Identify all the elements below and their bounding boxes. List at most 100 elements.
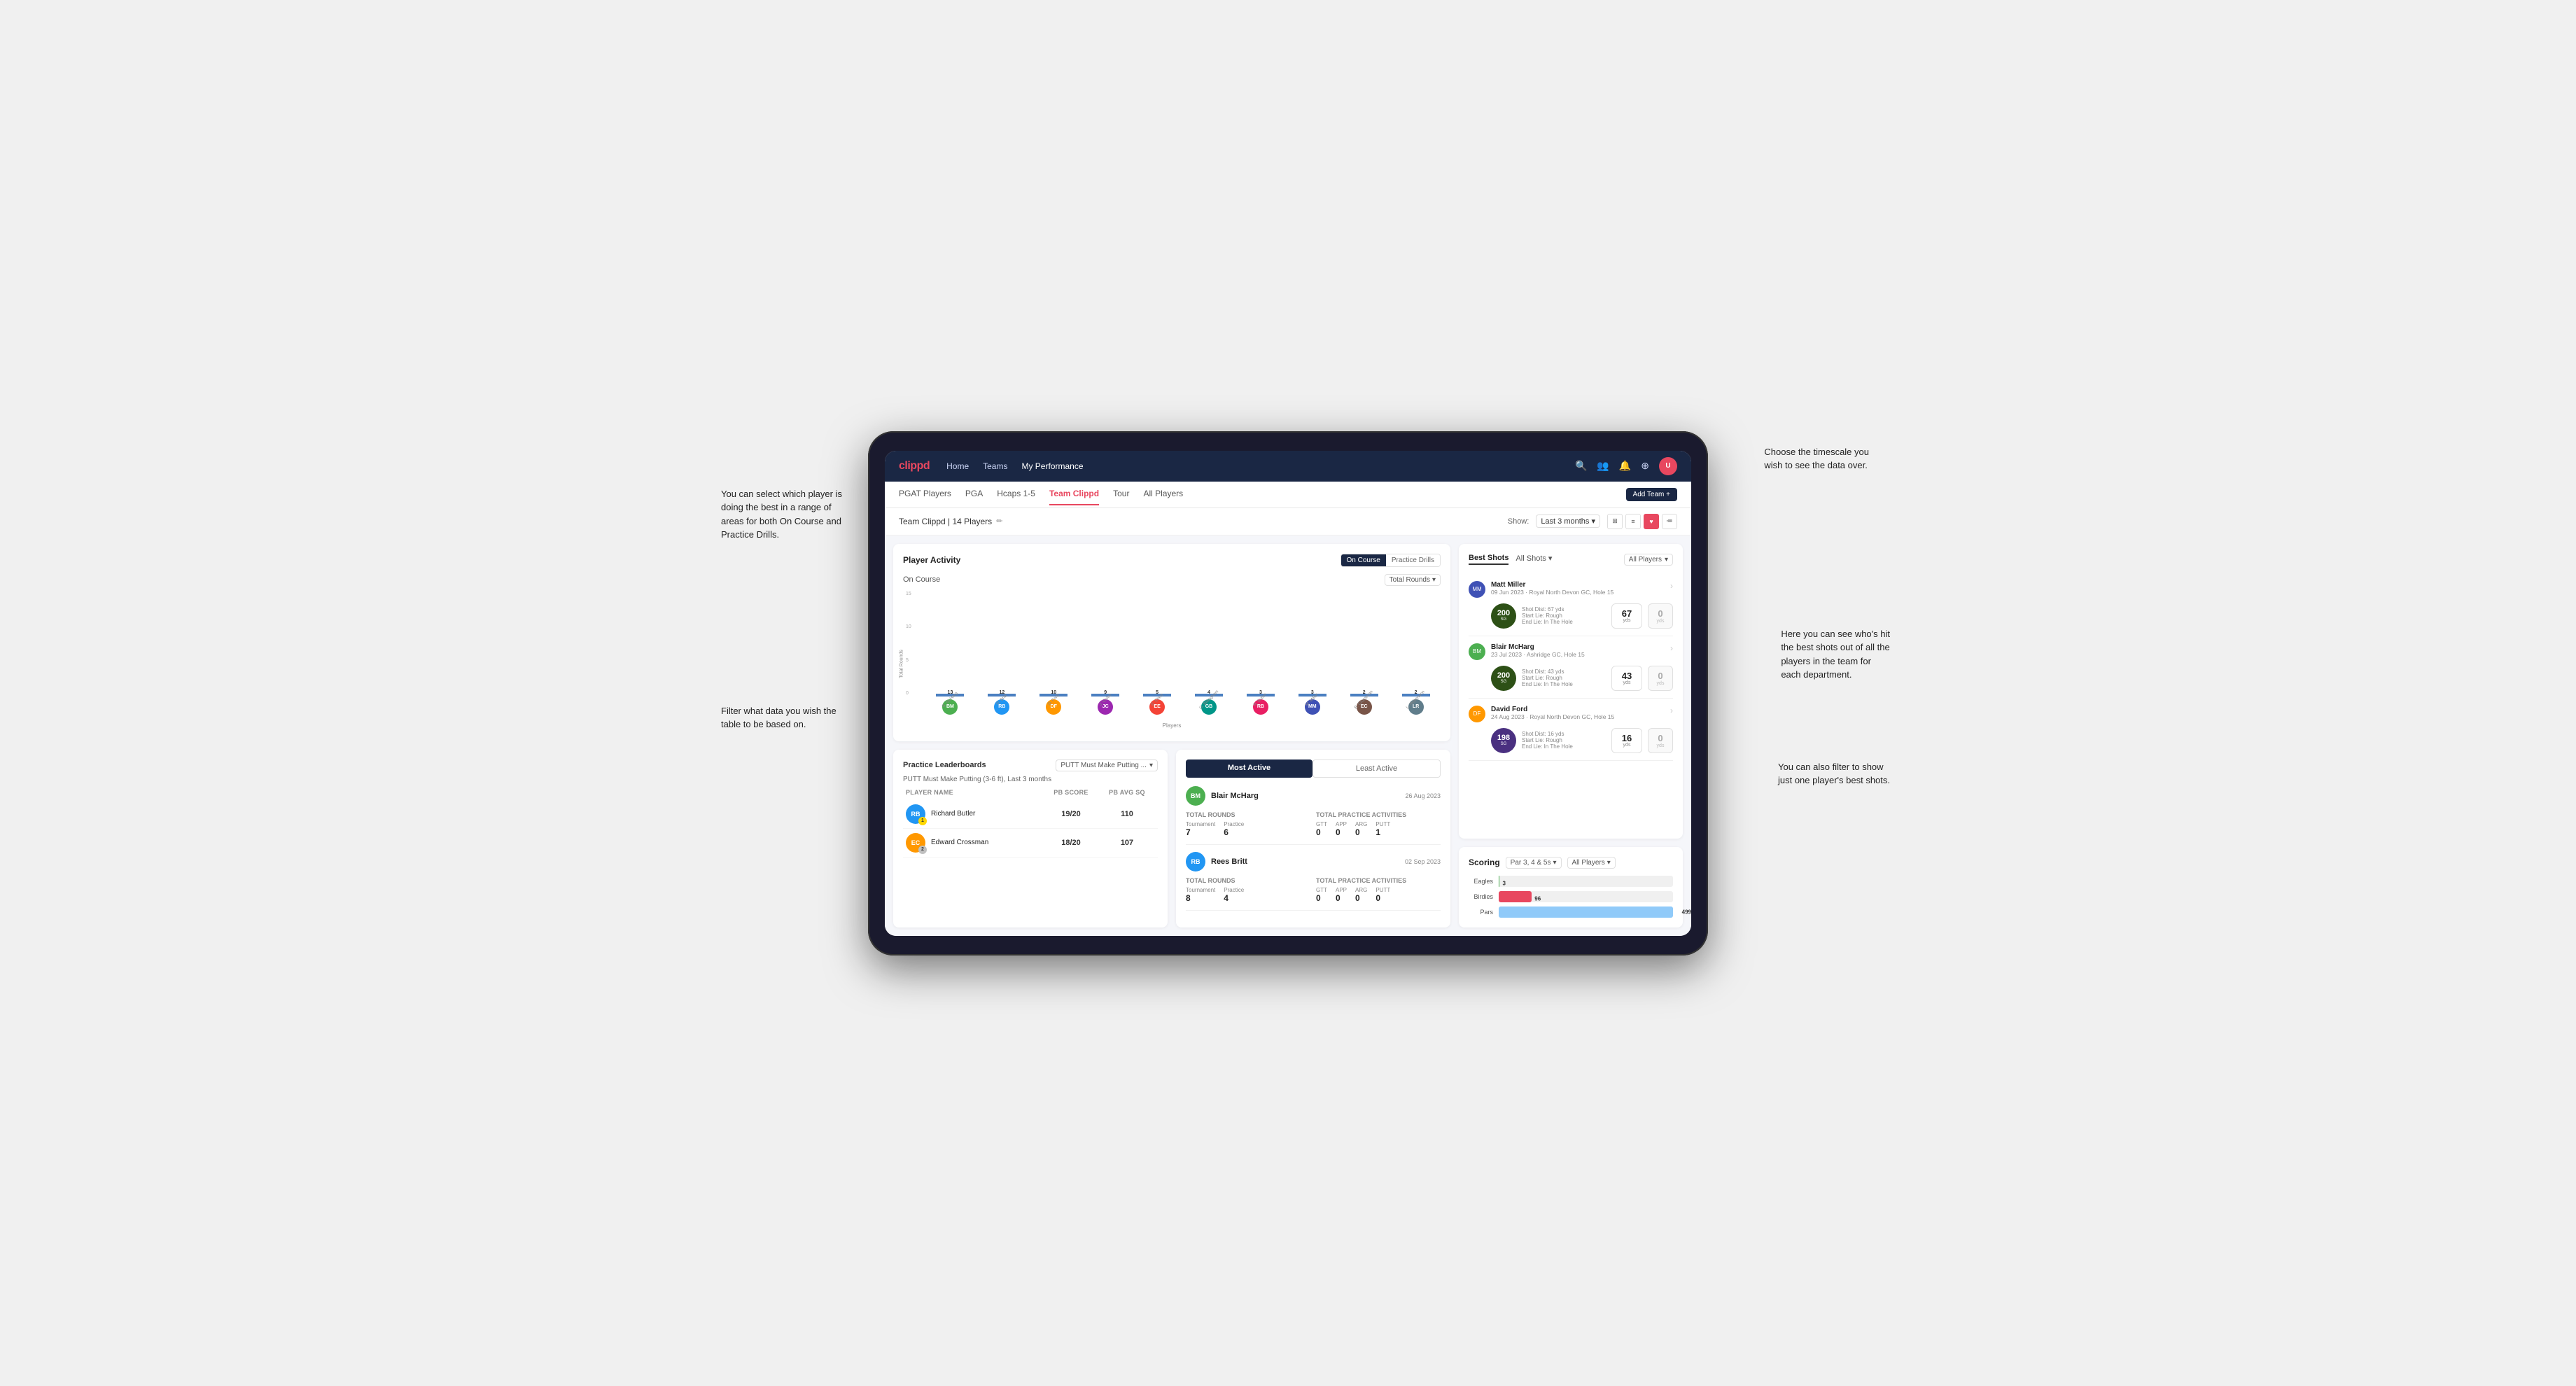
bars-container: 13 12	[925, 592, 1441, 696]
on-course-label: On Course	[903, 575, 940, 584]
activity-section-header: On Course Total Rounds ▾	[903, 574, 1441, 586]
birdies-label: Birdies	[1469, 893, 1493, 900]
edit-icon[interactable]: ✏	[996, 517, 1002, 526]
shot-info-1: Shot Dist: 43 yds Start Lie: Rough End L…	[1522, 668, 1606, 687]
all-shots-tab[interactable]: All Shots ▾	[1516, 554, 1552, 565]
plus-circle-icon[interactable]: ⊕	[1641, 460, 1649, 472]
shot-details-2: 198 SG Shot Dist: 16 yds Start Lie: Roug…	[1491, 728, 1673, 753]
all-players-filter[interactable]: All Players ▾	[1624, 554, 1673, 566]
bell-icon[interactable]: 🔔	[1619, 460, 1631, 472]
shots-tabs: Best Shots All Shots ▾	[1469, 554, 1552, 565]
shot-row-0: MM Matt Miller 09 Jun 2023 · Royal North…	[1469, 574, 1673, 636]
time-filter-select[interactable]: Last 3 months ▾	[1536, 514, 1600, 528]
lb-player-info-0: RB 1 Richard Butler	[906, 804, 1043, 824]
table-view-btn[interactable]: ≔	[1662, 514, 1677, 529]
nav-teams[interactable]: Teams	[983, 458, 1007, 474]
bar-group-3: 9	[1081, 690, 1130, 696]
activity-rounds-1: Total Rounds Tournament 8 Practice	[1186, 877, 1310, 903]
lb-player-name-1: Edward Crossman	[931, 839, 988, 846]
lb-avatar-1: EC 2	[906, 833, 925, 853]
card-view-btn[interactable]: ♥	[1644, 514, 1659, 529]
shot-chevron-2[interactable]: ›	[1670, 706, 1673, 715]
total-rounds-dropdown[interactable]: Total Rounds ▾	[1385, 574, 1441, 586]
shot-chevron-0[interactable]: ›	[1670, 581, 1673, 591]
practice-drills-toggle[interactable]: Practice Drills	[1386, 554, 1440, 566]
top-nav: clippd Home Teams My Performance 🔍 👥 🔔 ⊕…	[885, 451, 1691, 482]
bar-group-0: 13	[925, 690, 975, 696]
list-view-btn[interactable]: ≡	[1625, 514, 1641, 529]
player-activity-header: Player Activity On Course Practice Drill…	[903, 554, 1441, 567]
shot-details-1: 200 SG Shot Dist: 43 yds Start Lie: Roug…	[1491, 666, 1673, 691]
bar-group-2: 10	[1029, 690, 1079, 696]
activity-rounds-0: Total Rounds Tournament 7 Practice	[1186, 811, 1310, 837]
sub-nav-hcaps[interactable]: Hcaps 1-5	[997, 483, 1035, 505]
on-course-toggle[interactable]: On Course	[1341, 554, 1386, 566]
shot-player-info-1: Blair McHarg 23 Jul 2023 · Ashridge GC, …	[1491, 643, 1665, 658]
lb-player-info-1: EC 2 Edward Crossman	[906, 833, 1043, 853]
shot-avatar-0: MM	[1469, 581, 1485, 598]
sub-nav-team-clippd[interactable]: Team Clippd	[1049, 483, 1099, 505]
par-filter-btn[interactable]: Par 3, 4 & 5s ▾	[1506, 857, 1562, 869]
best-shots-tab[interactable]: Best Shots	[1469, 554, 1508, 565]
lb-avg-1: 107	[1099, 839, 1155, 847]
sub-nav-all-players[interactable]: All Players	[1143, 483, 1183, 505]
birdies-fill	[1499, 891, 1532, 902]
shot-badge-0: 200 SG	[1491, 603, 1516, 629]
most-active-tab[interactable]: Most Active	[1186, 760, 1312, 778]
annotation-right-bottom: You can also filter to show just one pla…	[1778, 760, 1890, 788]
activity-tabs: Most Active Least Active	[1186, 760, 1441, 778]
shot-player-meta-2: 24 Aug 2023 · Royal North Devon GC, Hole…	[1491, 713, 1665, 720]
shot-player-name-2: David Ford	[1491, 706, 1665, 713]
shot-badge-1: 200 SG	[1491, 666, 1516, 691]
sub-nav-tour[interactable]: Tour	[1113, 483, 1129, 505]
drill-selector-btn[interactable]: PUTT Must Make Putting ... ▾	[1056, 760, 1158, 771]
nav-my-performance[interactable]: My Performance	[1021, 458, 1083, 474]
shot-stat-yds-0: 67 yds	[1611, 603, 1642, 629]
nav-home[interactable]: Home	[946, 458, 969, 474]
lb-col-name: PLAYER NAME	[906, 789, 1043, 796]
user-avatar[interactable]: U	[1659, 457, 1677, 475]
sub-nav-pgat[interactable]: PGAT Players	[899, 483, 951, 505]
team-title-text: Team Clippd | 14 Players	[899, 517, 992, 526]
shot-row-2: DF David Ford 24 Aug 2023 · Royal North …	[1469, 699, 1673, 761]
lb-avg-0: 110	[1099, 810, 1155, 818]
bar-group-6: 3	[1236, 690, 1285, 696]
shot-chevron-1[interactable]: ›	[1670, 643, 1673, 653]
activity-stats-0: Total Rounds Tournament 7 Practice	[1186, 811, 1441, 837]
shot-avatar-1: BM	[1469, 643, 1485, 660]
sub-nav-pga[interactable]: PGA	[965, 483, 983, 505]
annotation-left-bottom: Filter what data you wish the table to b…	[721, 704, 836, 732]
shot-stat-yds-1: 43 yds	[1611, 666, 1642, 691]
shot-stat-zero-2: 0 yds	[1648, 728, 1673, 753]
bar-group-8: 2	[1339, 690, 1389, 696]
lb-row-0: RB 1 Richard Butler 19/20 110	[903, 800, 1158, 829]
lb-row-1: EC 2 Edward Crossman 18/20 107	[903, 829, 1158, 858]
scoring-bar-eagles: Eagles 3	[1469, 876, 1673, 887]
main-content: Player Activity On Course Practice Drill…	[885, 536, 1691, 936]
people-icon[interactable]: 👥	[1597, 460, 1609, 472]
scoring-all-players-filter[interactable]: All Players ▾	[1567, 857, 1616, 869]
lb-column-headers: PLAYER NAME PB SCORE PB AVG SQ	[903, 789, 1158, 796]
shot-player-info-0: Matt Miller 09 Jun 2023 · Royal North De…	[1491, 581, 1665, 596]
shot-details-0: 200 SG Shot Dist: 67 yds Start Lie: Roug…	[1491, 603, 1673, 629]
annotation-top-right: Choose the timescale you wish to see the…	[1764, 445, 1869, 472]
activity-player-left-1: RB Rees Britt	[1186, 852, 1247, 872]
player-activity-title: Player Activity	[903, 555, 960, 565]
activity-player-1: RB Rees Britt 02 Sep 2023 Total Rounds	[1186, 852, 1441, 911]
scoring-card: Scoring Par 3, 4 & 5s ▾ All Players ▾	[1459, 847, 1683, 927]
leaderboard-header: Practice Leaderboards PUTT Must Make Put…	[903, 760, 1158, 771]
least-active-tab[interactable]: Least Active	[1312, 760, 1441, 778]
lb-col-pb-score: PB SCORE	[1043, 789, 1099, 796]
lb-subtitle: PUTT Must Make Putting (3-6 ft), Last 3 …	[903, 776, 1158, 783]
shot-stat-yds-2: 16 yds	[1611, 728, 1642, 753]
pars-track: 499	[1499, 906, 1673, 918]
add-team-button[interactable]: Add Team +	[1626, 488, 1677, 501]
bar-group-4: 5	[1133, 690, 1182, 696]
nav-icons: 🔍 👥 🔔 ⊕ U	[1575, 457, 1677, 475]
shot-player-meta-1: 23 Jul 2023 · Ashridge GC, Hole 15	[1491, 651, 1665, 658]
grid-view-btn[interactable]: ⊞	[1607, 514, 1623, 529]
eagles-label: Eagles	[1469, 878, 1493, 885]
search-icon[interactable]: 🔍	[1575, 460, 1587, 472]
shot-stat-zero-0: 0 yds	[1648, 603, 1673, 629]
tablet-frame: clippd Home Teams My Performance 🔍 👥 🔔 ⊕…	[868, 431, 1708, 955]
